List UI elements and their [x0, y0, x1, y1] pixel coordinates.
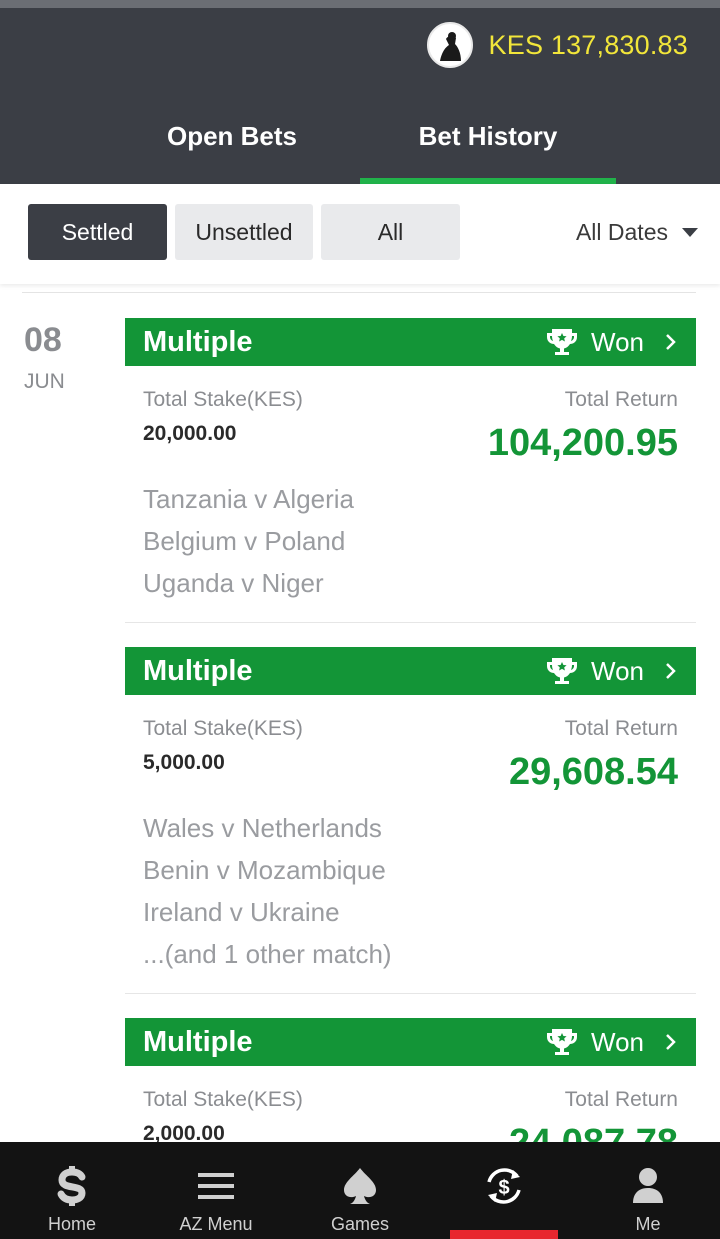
match-list: Wales v Netherlands Benin v Mozambique I…	[143, 807, 392, 975]
bet-status-label: Won	[591, 655, 644, 686]
chevron-right-icon	[666, 334, 676, 350]
status-strip	[0, 0, 720, 8]
filter-unsettled-button[interactable]: Unsettled	[175, 204, 313, 260]
user-icon	[633, 1168, 663, 1203]
bet-status-label: Won	[591, 326, 644, 357]
return-label: Total Return	[564, 717, 678, 740]
date-month: JUN	[24, 370, 65, 393]
bet-card: Multiple Won Total Stake(KES) 2,000.00 T…	[125, 1018, 696, 1142]
chevron-right-icon	[666, 663, 676, 679]
filter-settled-button[interactable]: Settled	[28, 204, 167, 260]
trophy-icon	[547, 329, 577, 355]
match-item: Ireland v Ukraine	[143, 897, 340, 927]
bet-status: Won	[545, 325, 696, 359]
nav-az-menu[interactable]: AZ Menu	[144, 1142, 288, 1239]
bet-card-header[interactable]: Multiple Won	[125, 318, 696, 366]
avatar-icon	[429, 25, 470, 65]
trophy-icon	[547, 1029, 577, 1055]
bet-card-header[interactable]: Multiple Won	[125, 647, 696, 695]
svg-text:$: $	[498, 1177, 509, 1199]
return-label: Total Return	[564, 388, 678, 411]
balance-area[interactable]: KES 137,830.83	[426, 22, 688, 68]
stake-value: 5,000.00	[143, 751, 225, 774]
nav-home-label: Home	[47, 1214, 96, 1234]
bet-status-label: Won	[591, 1026, 644, 1057]
caret-down-icon	[682, 227, 698, 237]
bet-card-body[interactable]: Total Stake(KES) 5,000.00 Total Return 2…	[125, 695, 696, 993]
match-item: Belgium v Poland	[143, 526, 346, 556]
match-list: Tanzania v Algeria Belgium v Poland Ugan…	[143, 478, 354, 604]
return-value: 29,608.54	[508, 751, 678, 793]
bottom-nav: Home AZ Menu Games $ Me	[0, 1142, 720, 1239]
tab-bet-history[interactable]: Bet History	[360, 100, 616, 184]
date-group-label: 08 JUN	[24, 320, 104, 394]
match-item: Benin v Mozambique	[143, 855, 386, 885]
spade-icon	[344, 1168, 376, 1204]
bet-card-header[interactable]: Multiple Won	[125, 1018, 696, 1066]
stake-value: 2,000.00	[143, 1122, 225, 1142]
header: KES 137,830.83 Open Bets Bet History	[0, 0, 720, 184]
bet-card: Multiple Won Total Stake(KES) 20,000.00 …	[125, 318, 696, 623]
match-item: Tanzania v Algeria	[143, 484, 355, 514]
return-label: Total Return	[564, 1088, 678, 1111]
divider	[22, 292, 696, 293]
divider	[125, 622, 696, 623]
bet-swap-icon: $	[487, 1168, 521, 1204]
filter-bar: Settled Unsettled All All Dates	[0, 184, 720, 284]
match-item: Uganda v Niger	[143, 568, 324, 598]
bet-card-body[interactable]: Total Stake(KES) 20,000.00 Total Return …	[125, 366, 696, 622]
dates-dropdown-label: All Dates	[575, 218, 668, 245]
nav-games[interactable]: Games	[288, 1142, 432, 1239]
hamburger-icon	[198, 1173, 234, 1199]
bet-type: Multiple	[143, 325, 253, 358]
nav-me-label: Me	[635, 1214, 661, 1234]
account-balance: KES 137,830.83	[488, 29, 688, 60]
dates-dropdown[interactable]: All Dates	[576, 204, 698, 260]
nav-my-bets[interactable]: $	[432, 1142, 576, 1239]
bet-type: Multiple	[143, 654, 253, 687]
chevron-right-icon	[666, 1034, 676, 1050]
filter-all-button[interactable]: All	[321, 204, 460, 260]
divider	[125, 993, 696, 994]
avatar[interactable]	[426, 22, 473, 68]
match-item-more: ...(and 1 other match)	[143, 939, 392, 969]
nav-az-menu-label: AZ Menu	[179, 1214, 253, 1234]
bets-tabs: Open Bets Bet History	[104, 100, 616, 184]
dollar-s-icon	[57, 1166, 86, 1206]
stake-value: 20,000.00	[143, 422, 237, 445]
stake-label: Total Stake(KES)	[143, 388, 303, 411]
bet-status: Won	[545, 654, 696, 688]
bet-card: Multiple Won Total Stake(KES) 5,000.00 T…	[125, 647, 696, 994]
nav-me[interactable]: Me	[576, 1142, 720, 1239]
bet-type: Multiple	[143, 1025, 253, 1058]
nav-games-label: Games	[330, 1214, 390, 1234]
return-value: 104,200.95	[487, 422, 678, 464]
return-value: 24,087.78	[509, 1122, 678, 1142]
match-item: Wales v Netherlands	[143, 813, 382, 843]
bet-card-body[interactable]: Total Stake(KES) 2,000.00 Total Return 2…	[125, 1066, 696, 1142]
tab-open-bets[interactable]: Open Bets	[104, 100, 360, 184]
date-day: 08	[24, 321, 62, 359]
nav-home[interactable]: Home	[0, 1142, 144, 1239]
stake-label: Total Stake(KES)	[143, 1088, 303, 1111]
bet-status: Won	[545, 1025, 696, 1059]
stake-label: Total Stake(KES)	[143, 717, 303, 740]
trophy-icon	[547, 658, 577, 684]
